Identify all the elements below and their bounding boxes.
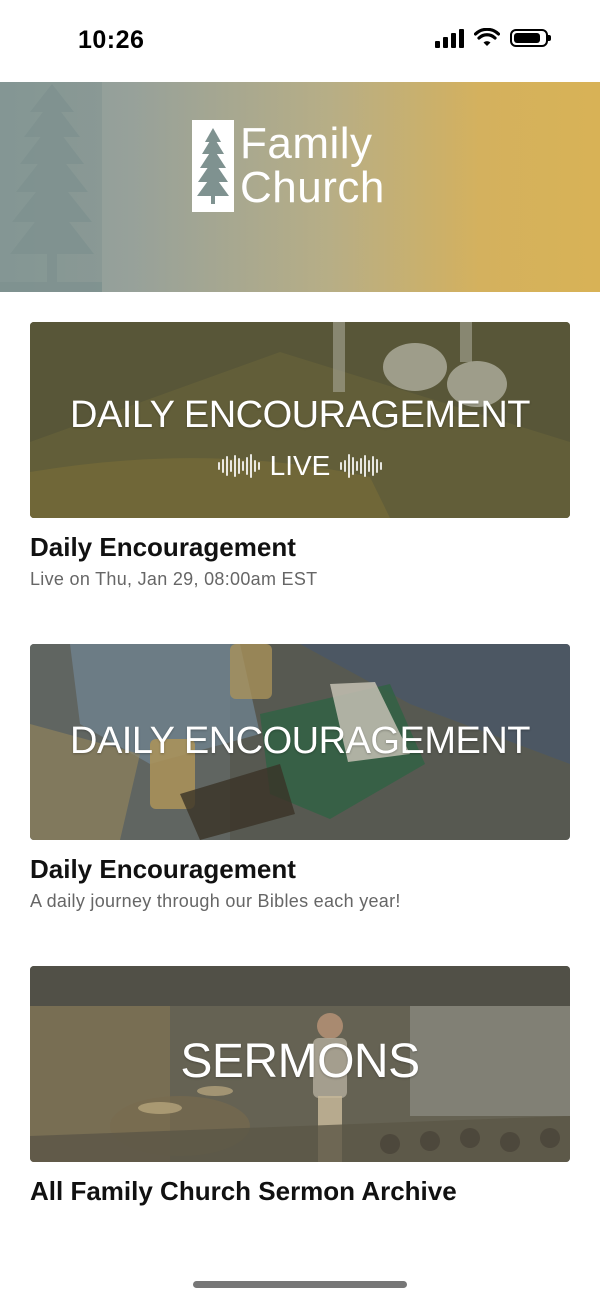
wifi-icon: [474, 28, 500, 46]
pine-tree-silhouette-icon: [0, 84, 102, 292]
live-indicator: LIVE: [30, 450, 570, 482]
card-overlay-title: DAILY ENCOURAGEMENT: [70, 394, 530, 436]
audio-wave-icon: [217, 454, 260, 478]
battery-icon: [510, 29, 551, 47]
card-subtitle: A daily journey through our Bibles each …: [30, 891, 401, 911]
card-overlay-title: DAILY ENCOURAGEMENT: [70, 720, 530, 762]
banner-tree-panel: [0, 82, 102, 292]
logo-line-1: Family: [240, 119, 373, 168]
card-thumbnail[interactable]: DAILY ENCOURAGEMENT LIVE: [30, 322, 570, 518]
card-daily-encouragement[interactable]: DAILY ENCOURAGEMENT Daily Encouragement …: [30, 644, 570, 912]
audio-wave-icon: [340, 454, 383, 478]
card-subtitle: Live on Thu, Jan 29, 08:00am EST: [30, 569, 318, 589]
cellular-signal-icon: [435, 28, 464, 48]
header-banner: Family Church: [0, 82, 600, 292]
card-daily-encouragement-live[interactable]: DAILY ENCOURAGEMENT LIVE Daily Encourage…: [30, 322, 570, 590]
status-icons: [435, 28, 551, 48]
card-thumbnail[interactable]: SERMONS: [30, 966, 570, 1162]
logo-wordmark: Family Church: [240, 122, 385, 210]
logo-line-2: Church: [240, 163, 385, 212]
card-title: Daily Encouragement: [30, 532, 296, 562]
home-indicator[interactable]: [193, 1281, 407, 1288]
pine-tree-icon: [192, 120, 234, 212]
battery-fill: [514, 33, 540, 43]
live-label: LIVE: [269, 450, 331, 481]
family-church-logo[interactable]: Family Church: [192, 120, 385, 212]
card-sermons[interactable]: SERMONS All Family Church Sermon Archive: [30, 966, 570, 1207]
card-title: Daily Encouragement: [30, 854, 296, 884]
card-overlay-title: SERMONS: [180, 1035, 420, 1088]
status-time: 10:26: [78, 26, 145, 54]
status-bar: 10:26: [0, 0, 600, 82]
card-title: All Family Church Sermon Archive: [30, 1176, 457, 1206]
card-thumbnail[interactable]: DAILY ENCOURAGEMENT: [30, 644, 570, 840]
